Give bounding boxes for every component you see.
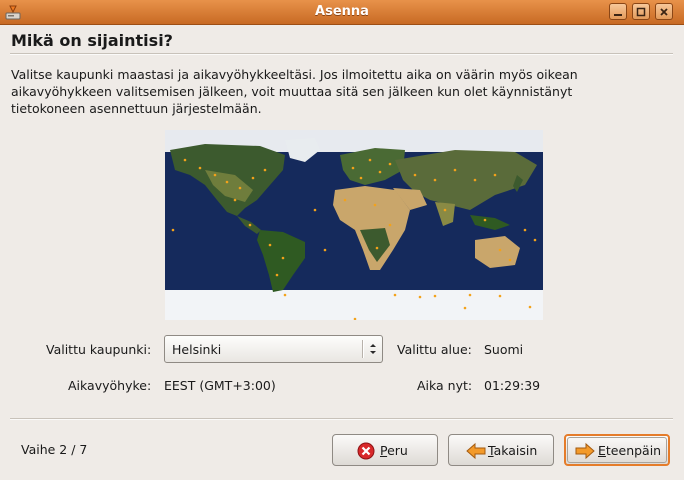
minimize-button[interactable] bbox=[609, 3, 627, 20]
city-value: Helsinki bbox=[172, 342, 222, 357]
stop-icon bbox=[357, 442, 375, 460]
time-label: Aika nyt: bbox=[417, 378, 473, 393]
page-title: Mikä on sijaintisi? bbox=[11, 31, 173, 50]
cancel-button[interactable]: Peru bbox=[332, 434, 438, 466]
installer-window: Asenna Mikä on sijaintisi? Valitse kaupu… bbox=[0, 0, 684, 480]
minimize-icon bbox=[614, 14, 622, 16]
close-icon bbox=[660, 8, 668, 16]
maximize-icon bbox=[636, 7, 646, 17]
step-indicator: Vaihe 2 / 7 bbox=[21, 442, 88, 457]
title-bar[interactable]: Asenna bbox=[0, 0, 684, 25]
forward-button[interactable]: Eteenpäin bbox=[564, 434, 670, 466]
region-label: Valittu alue: bbox=[397, 342, 472, 357]
maximize-button[interactable] bbox=[632, 3, 650, 20]
region-value: Suomi bbox=[484, 342, 524, 357]
back-button[interactable]: Takaisin bbox=[448, 434, 554, 466]
city-combobox[interactable]: Helsinki bbox=[164, 335, 383, 363]
window-title: Asenna bbox=[315, 4, 369, 19]
combo-divider bbox=[362, 340, 364, 358]
footer-divider bbox=[10, 418, 673, 420]
timezone-value: EEST (GMT+3:00) bbox=[164, 378, 276, 393]
forward-label: Eteenpäin bbox=[598, 443, 662, 458]
back-label: Takaisin bbox=[488, 443, 538, 458]
arrow-left-icon bbox=[466, 442, 486, 460]
time-value: 01:29:39 bbox=[484, 378, 541, 393]
arrow-right-icon bbox=[575, 442, 595, 460]
world-map[interactable] bbox=[165, 130, 543, 320]
up-down-arrow-icon bbox=[370, 344, 376, 354]
close-button[interactable] bbox=[655, 3, 673, 20]
page-description: Valitse kaupunki maastasi ja aikavyöhykk… bbox=[11, 67, 578, 116]
timezone-label: Aikavyöhyke: bbox=[68, 378, 152, 393]
cancel-label: Peru bbox=[380, 443, 408, 458]
city-label: Valittu kaupunki: bbox=[46, 342, 152, 357]
header-divider bbox=[10, 53, 673, 55]
